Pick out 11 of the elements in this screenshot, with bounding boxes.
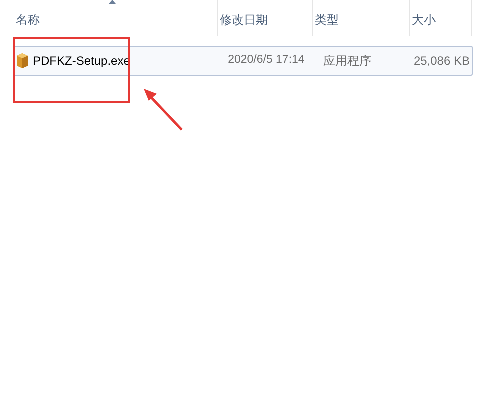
file-name: PDFKZ-Setup.exe [33,53,130,70]
column-header[interactable]: 修改日期 [220,11,268,29]
file-date: 2020/6/5 17:14 [227,53,306,68]
file-row[interactable]: PDFKZ-Setup.exe 2020/6/5 17:14 应用程序 25,086 KB [13,46,473,76]
pointer-arrow [142,86,184,132]
installer-icon [16,53,29,69]
column-header[interactable]: 大小 [412,11,436,29]
column-header[interactable]: 名称 [16,11,40,29]
file-type: 应用程序 [322,53,373,70]
file-size: 25,086 KB [412,53,471,70]
column-header[interactable]: 类型 [315,11,339,29]
